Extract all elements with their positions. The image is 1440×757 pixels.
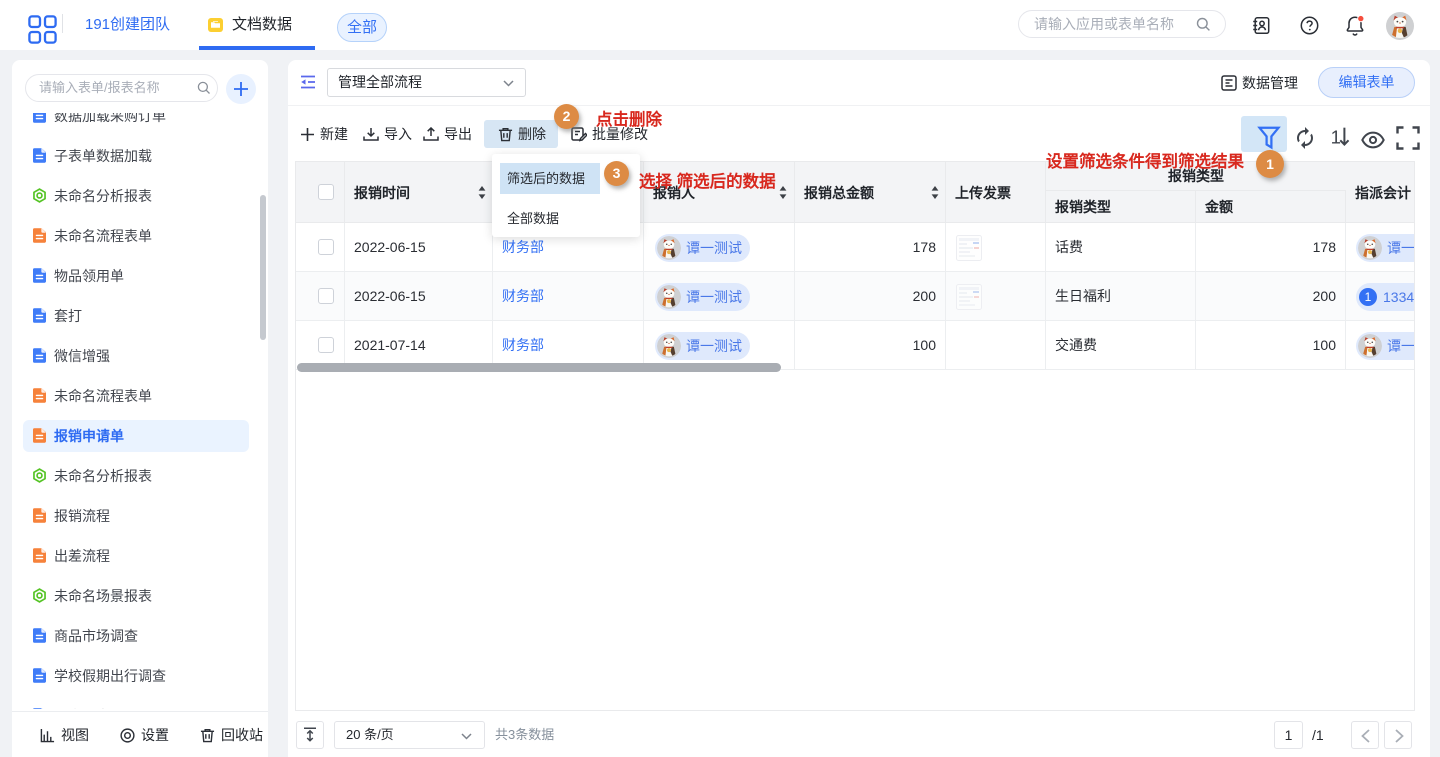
svg-text:1: 1	[1331, 127, 1341, 148]
